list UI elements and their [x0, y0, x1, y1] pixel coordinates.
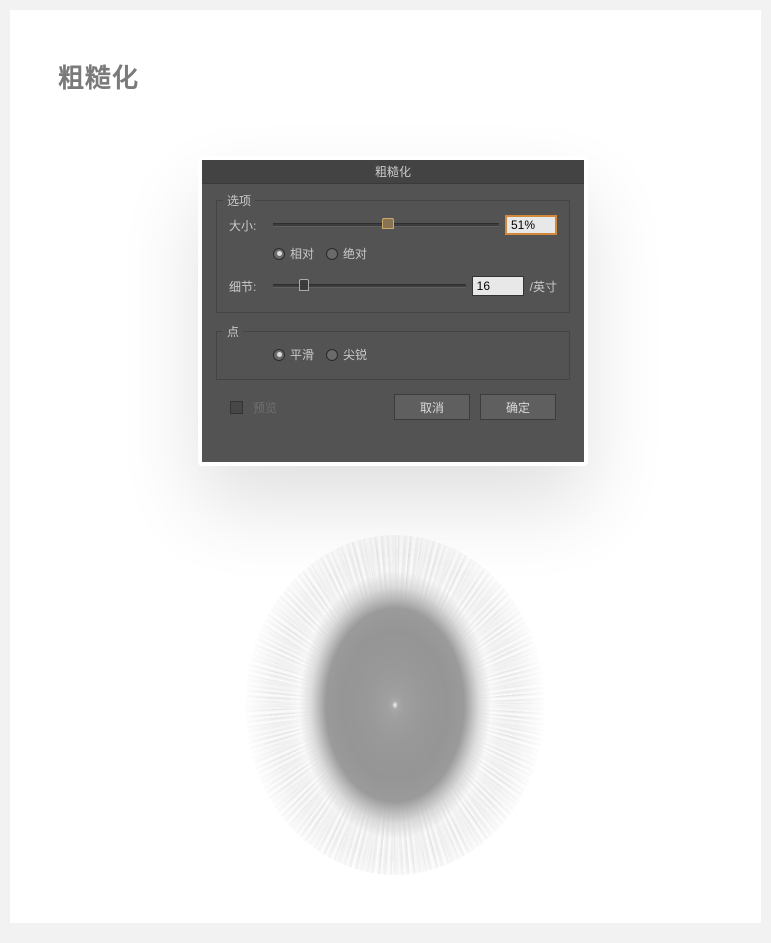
dialog-footer: 预览 取消 确定: [216, 380, 570, 420]
dialog-title: 粗糙化: [375, 163, 411, 180]
cancel-button[interactable]: 取消: [394, 394, 470, 420]
roughen-dialog: 粗糙化 选项 大小: 相对: [202, 160, 584, 462]
radio-absolute-label: 绝对: [343, 245, 367, 262]
radio-smooth[interactable]: 平滑: [273, 346, 314, 363]
detail-slider[interactable]: [273, 284, 466, 288]
size-slider[interactable]: [273, 223, 499, 227]
point-fieldset: 点 平滑 尖锐: [216, 331, 570, 380]
page-title: 粗糙化: [58, 58, 139, 95]
ok-button[interactable]: 确定: [480, 394, 556, 420]
radio-relative[interactable]: 相对: [273, 245, 314, 262]
radio-sharp-circle: [326, 349, 338, 361]
radio-absolute[interactable]: 绝对: [326, 245, 367, 262]
point-legend: 点: [223, 323, 243, 340]
radio-smooth-label: 平滑: [290, 346, 314, 363]
options-legend: 选项: [223, 192, 255, 209]
detail-input[interactable]: [472, 276, 524, 296]
radio-sharp-label: 尖锐: [343, 346, 367, 363]
detail-label: 细节:: [229, 278, 267, 295]
size-input[interactable]: [505, 215, 557, 235]
detail-unit: /英寸: [530, 278, 557, 295]
preview-canvas: [245, 535, 545, 875]
radio-relative-label: 相对: [290, 245, 314, 262]
radio-absolute-circle: [326, 248, 338, 260]
radio-relative-circle: [273, 248, 285, 260]
page-container: 粗糙化 粗糙化 选项 大小: 相对: [10, 10, 761, 923]
dialog-body: 选项 大小: 相对 绝对: [202, 184, 584, 434]
size-row: 大小:: [229, 215, 557, 235]
preview-label: 预览: [253, 399, 384, 416]
dialog-titlebar: 粗糙化: [202, 160, 584, 184]
radio-sharp[interactable]: 尖锐: [326, 346, 367, 363]
size-mode-radios: 相对 绝对: [273, 245, 557, 262]
point-radios: 平滑 尖锐: [273, 346, 557, 363]
options-fieldset: 选项 大小: 相对 绝对: [216, 200, 570, 313]
rough-ball-graphic: [275, 565, 515, 845]
detail-slider-handle[interactable]: [299, 279, 309, 291]
size-label: 大小:: [229, 217, 267, 234]
preview-checkbox[interactable]: [230, 401, 243, 414]
size-slider-handle[interactable]: [382, 218, 394, 229]
detail-row: 细节: /英寸: [229, 276, 557, 296]
radio-smooth-circle: [273, 349, 285, 361]
